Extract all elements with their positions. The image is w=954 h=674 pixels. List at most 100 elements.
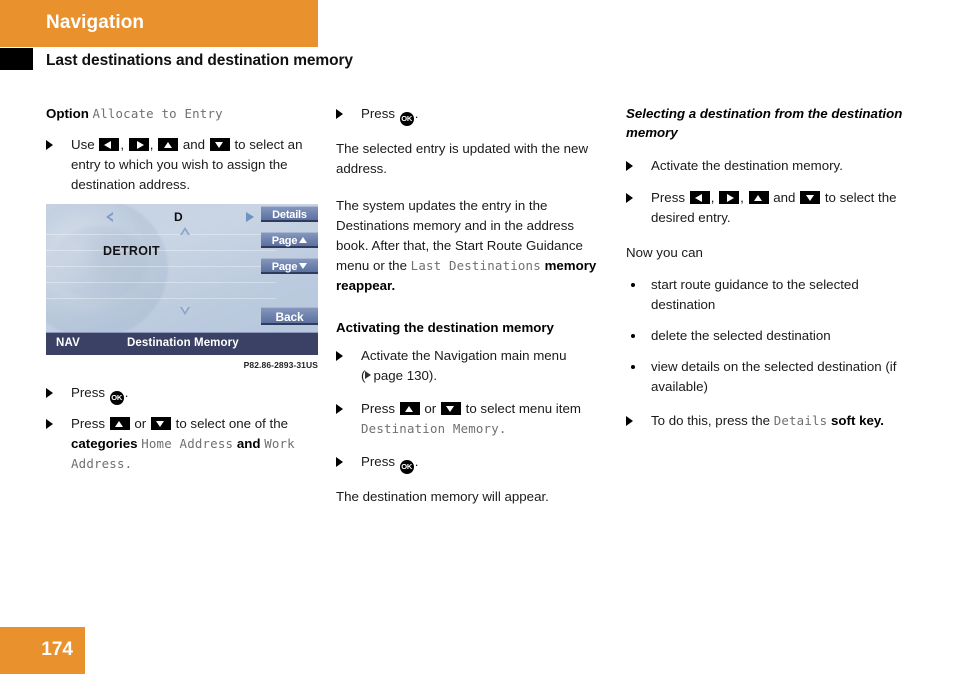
step-activate-main-menu: Activate the Navigation main menu (page … [336,346,608,386]
period: . [124,385,129,400]
bullet-text: start route guidance to the selected des… [651,277,859,312]
comma-2: , [149,137,154,152]
page-number: 174 [41,639,73,660]
page-reference: page 130). [373,368,438,383]
softkey-page-down[interactable]: Page [261,258,318,274]
press-word: Press [71,385,105,400]
globe-shading [51,226,147,300]
press-word: Press [651,190,685,205]
step-triangle-icon [336,351,343,361]
step-triangle-icon [626,193,633,203]
figure-caption: P82.86-2893-31US [243,360,318,370]
nav-down-arrow-icon[interactable] [180,307,190,315]
option-line: Option Allocate to Entry [46,104,318,124]
press-word: Press [361,454,395,469]
ok-key-icon: OK [399,460,414,474]
or-word: or [134,416,147,431]
comma-1: , [710,190,715,205]
heading-activating-destination-memory: Activating the destination memory [336,320,554,335]
bullet-dot-icon [631,365,635,369]
page-down-arrow-icon [299,263,308,269]
todo-pre: To do this, press the [651,413,770,428]
and-word-2: and [236,436,261,451]
softkey-back[interactable]: Back [261,307,318,325]
nav-entry-detroit[interactable]: DETROIT [103,244,160,258]
step-press-arrows-select-entry: Press , , and to select the desired entr… [626,188,916,228]
comma-1: , [120,137,125,152]
nav-status-mode: NAV [56,337,81,349]
step-triangle-icon [336,109,343,119]
categories-word: categories [71,436,138,451]
arrow-up-key-icon [399,402,420,415]
arrow-down-key-icon [209,138,230,151]
page-ref-triangle-icon [365,371,372,379]
step-triangle-icon [626,161,633,171]
chapter-title: Navigation [46,12,145,33]
page-up-arrow-icon [299,237,308,243]
press-word: Press [361,401,395,416]
nav-status-bar: NAV Destination Memory [46,332,318,355]
arrow-down-key-icon [800,191,821,204]
bullet-dot-icon [631,283,635,287]
option-label: Option [46,106,89,121]
or-word: or [424,401,437,416]
period: . [498,421,507,436]
softkey-page-up-label: Page [271,235,298,247]
arrow-up-key-icon [748,191,769,204]
ok-key-icon: OK [399,112,414,126]
and-word: and [773,190,796,205]
step-press-updown-menuitem: Press or to select menu item Destination… [336,399,608,439]
softkey-details[interactable]: Details [261,206,318,222]
bullet-text: delete the selected destination [651,328,831,343]
press-word: Press [71,416,105,431]
period: . [124,456,133,471]
press-updown-post: to select menu item [465,401,581,416]
nav-up-arrow-icon[interactable] [180,227,190,235]
arrow-left-key-icon [99,138,120,151]
softkey-back-label: Back [275,310,304,324]
paragraph-entry-updated: The selected entry is updated with the n… [336,141,589,176]
step-triangle-icon [46,388,53,398]
step-triangle-icon [46,419,53,429]
step-press-ok-3: Press OK. [336,452,608,474]
paragraph-memory-appears: The destination memory will appear. [336,489,549,504]
step-triangle-icon [336,404,343,414]
step-triangle-icon [336,457,343,467]
softkey-page-down-label: Page [271,261,298,273]
nav-index-letter: D [174,210,183,224]
comma-2: , [740,190,744,205]
nav-left-arrow-icon[interactable] [106,212,114,222]
nav-screen: D DETROIT Details Page Page Back [46,204,318,332]
details-softkey-mono: Details [773,413,828,428]
period: . [414,106,419,121]
list-item: delete the selected destination [626,326,916,346]
arrow-up-key-icon [109,417,130,430]
paragraph-system-updates: The system updates the entry in the Dest… [336,196,608,296]
step-press-updown-categories: Press or to select one of the categories… [46,414,318,474]
press-updown-post: to select one of the [175,416,289,431]
activate-text: Activate the destination memory. [651,158,843,173]
page-number-block: 174 [0,627,85,674]
column-left: Option Allocate to Entry Use , , and to … [46,104,318,483]
step-triangle-icon [626,416,633,426]
menu-item-destination-memory: Destination Memory [361,421,499,436]
section-marker-block [0,48,33,70]
step-use-pre: Use [71,137,95,152]
step-press-ok-1: Press OK. [46,383,318,405]
bullet-text: view details on the selected destination… [651,359,897,394]
arrow-left-key-icon [689,191,710,204]
column-middle: Press OK. The selected entry is updated … [336,104,608,507]
softkey-page-up[interactable]: Page [261,232,318,248]
section-title: Last destinations and destination memory [46,52,353,69]
ok-key-icon: OK [109,391,124,405]
list-item: view details on the selected destination… [626,357,916,397]
arrow-right-key-icon [128,138,149,151]
navigation-screen-figure: D DETROIT Details Page Page Back NAV Des… [46,204,318,370]
option-value: Allocate to Entry [92,106,223,121]
step-use-arrows: Use , , and to select an entry to which … [46,135,318,195]
activate-text: Activate the Navigation main menu [361,348,567,363]
category-home-address: Home Address [141,436,234,451]
nav-right-arrow-icon[interactable] [246,212,254,222]
and-word-1: and [182,137,206,152]
nav-status-title: Destination Memory [127,337,239,349]
